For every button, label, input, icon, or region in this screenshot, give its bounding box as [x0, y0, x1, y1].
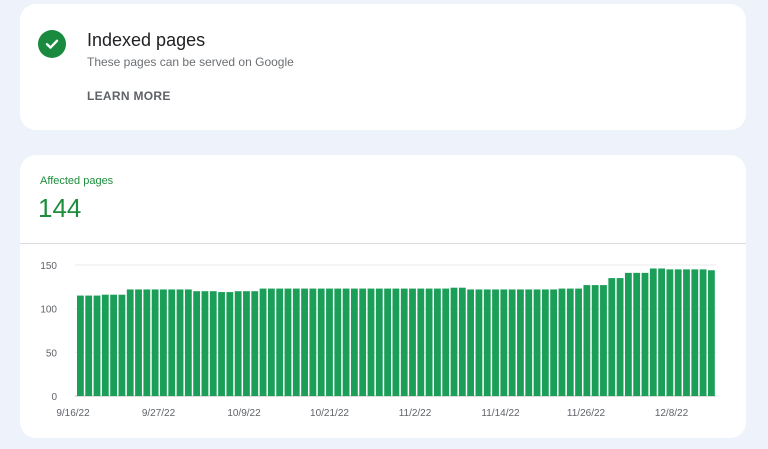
bar: [160, 289, 167, 396]
x-tick-label: 11/2/22: [399, 408, 432, 419]
bar: [292, 288, 300, 396]
bar: [517, 289, 524, 396]
y-tick-label: 50: [46, 348, 58, 359]
bar: [649, 268, 657, 396]
bar: [317, 288, 325, 396]
chart-card: Affected pages 144 0 50 100 150 9/16/22 9/27/…: [20, 155, 746, 438]
bar: [641, 272, 649, 396]
bar: [259, 288, 267, 396]
bar: [708, 270, 715, 396]
x-tick-label: 9/16/22: [56, 408, 90, 419]
bar: [168, 289, 176, 396]
bar: [367, 288, 375, 396]
bar: [666, 269, 674, 396]
affected-pages-chart: 0 50 100 150 9/16/22 9/27/22 10/9/22 10/21/22 11…: [40, 261, 716, 419]
bar: [251, 291, 259, 396]
bar: [101, 294, 109, 396]
metric-label: Affected pages: [40, 175, 114, 187]
metric-value: 144: [38, 193, 82, 223]
bar: [699, 269, 707, 396]
bar: [143, 289, 151, 396]
bar: [508, 289, 516, 396]
bar: [118, 294, 126, 396]
bar: [77, 295, 84, 396]
bar: [616, 278, 624, 396]
learn-more-button[interactable]: LEARN MORE: [87, 89, 171, 103]
status-card: Indexed pages These pages can be served …: [20, 4, 746, 130]
x-tick-label: 10/21/22: [310, 408, 349, 419]
x-tick-label: 12/8/22: [655, 408, 689, 419]
bar: [209, 291, 217, 396]
x-tick-label: 11/14/22: [481, 408, 520, 419]
x-tick-label: 9/27/22: [142, 408, 176, 419]
bar: [93, 295, 101, 396]
y-tick-label: 150: [40, 261, 57, 272]
bar: [624, 272, 632, 396]
bar: [633, 272, 641, 396]
bar: [674, 269, 682, 396]
bar: [533, 289, 541, 396]
bar: [309, 288, 317, 396]
bar: [417, 288, 425, 396]
bar: [600, 285, 607, 396]
bar: [234, 291, 242, 396]
bar: [575, 288, 582, 396]
bar: [267, 288, 275, 396]
bar: [525, 289, 533, 396]
bar: [201, 291, 209, 396]
bar: [350, 288, 358, 396]
bar: [467, 289, 475, 396]
bar: [658, 268, 665, 396]
bar: [276, 288, 284, 396]
bar: [342, 288, 350, 396]
bar: [392, 288, 400, 396]
bar: [683, 269, 690, 396]
bar: [226, 292, 234, 396]
status-title: Indexed pages: [87, 30, 206, 50]
bar: [500, 289, 508, 396]
bar: [176, 289, 184, 396]
bar: [151, 289, 159, 396]
bar: [434, 288, 441, 396]
x-tick-label: 11/26/22: [567, 408, 606, 419]
bar: [550, 289, 558, 396]
bar: [359, 288, 367, 396]
bar: [218, 292, 225, 396]
bar: [384, 288, 392, 396]
bar: [400, 288, 408, 396]
bar: [284, 288, 292, 396]
y-tick-label: 100: [40, 305, 57, 316]
bar: [326, 288, 333, 396]
bar: [483, 289, 491, 396]
bar: [301, 288, 308, 396]
bar: [184, 289, 192, 396]
bar: [475, 289, 483, 396]
y-tick-label: 0: [51, 392, 57, 403]
bar: [135, 289, 142, 396]
bar: [409, 288, 416, 396]
status-subtitle: These pages can be served on Google: [87, 55, 294, 69]
bar: [334, 288, 342, 396]
bar: [442, 288, 450, 396]
bar: [541, 289, 549, 396]
bar: [566, 288, 574, 396]
bar: [450, 287, 458, 396]
bar: [492, 289, 499, 396]
bar: [691, 269, 699, 396]
bar: [558, 288, 566, 396]
bar: [193, 291, 201, 396]
bar: [591, 285, 599, 396]
bar: [85, 295, 93, 396]
bar: [583, 285, 591, 396]
bar: [375, 288, 383, 396]
bar: [458, 287, 466, 396]
bar: [425, 288, 433, 396]
bar: [126, 289, 134, 396]
bar: [110, 294, 118, 396]
bar: [608, 278, 616, 396]
bar: [243, 291, 250, 396]
check-circle-icon: [38, 30, 66, 58]
divider: [20, 243, 746, 244]
x-tick-label: 10/9/22: [227, 408, 261, 419]
